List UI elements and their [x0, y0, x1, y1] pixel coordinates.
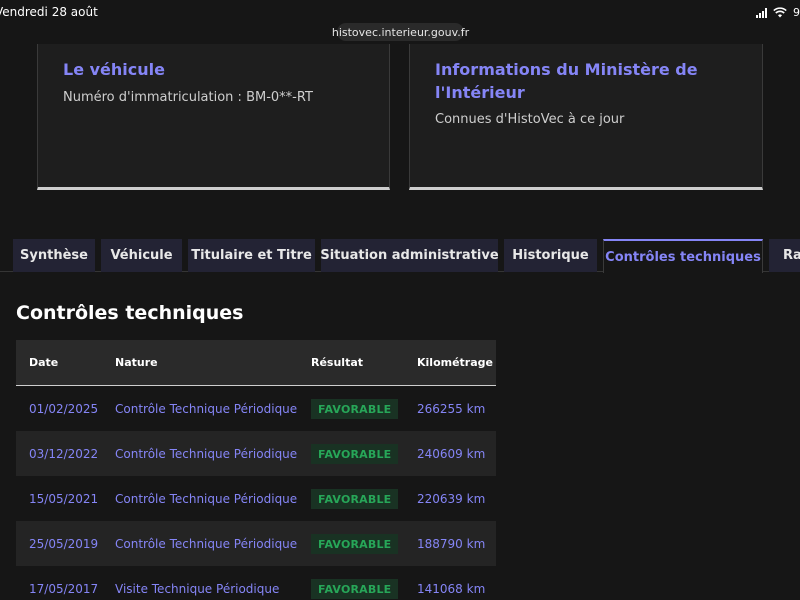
column-kilometrage: Kilométrage [417, 356, 493, 369]
result-badge: FAVORABLE [311, 534, 399, 554]
section-title: Contrôles techniques [16, 302, 244, 324]
table-row: 03/12/2022 Contrôle Technique Périodique… [16, 431, 496, 476]
column-resultat: Résultat [311, 356, 364, 369]
table-row: 17/05/2017 Visite Technique Périodique F… [16, 566, 496, 600]
cellular-signal-icon [756, 7, 767, 18]
column-date: Date [29, 356, 59, 369]
table-row: 01/02/2025 Contrôle Technique Périodique… [16, 386, 496, 431]
controles-panel: Contrôles techniques Date Nature Résulta… [0, 272, 800, 600]
row-km: 220639 km [417, 492, 486, 506]
ministry-card-title-line2: l'Intérieur [435, 83, 525, 102]
row-date: 25/05/2019 [29, 537, 99, 551]
row-nature: Contrôle Technique Périodique [115, 447, 298, 461]
ministry-card-title-line1: Informations du Ministère de [435, 60, 698, 79]
status-bar: Vendredi 28 août 9 [0, 0, 800, 24]
row-nature: Contrôle Technique Périodique [115, 537, 298, 551]
tab-situation-administrative[interactable]: Situation administrative [321, 239, 498, 272]
table-row: 15/05/2021 Contrôle Technique Périodique… [16, 476, 496, 521]
tab-controles-techniques[interactable]: Contrôles techniques [603, 239, 763, 273]
battery-percentage: 9 [793, 6, 800, 19]
controles-table: Date Nature Résultat Kilométrage 01/02/2… [16, 340, 496, 600]
table-header: Date Nature Résultat Kilométrage [16, 340, 496, 386]
row-km: 141068 km [417, 582, 486, 596]
tab-synthese[interactable]: Synthèse [13, 239, 95, 272]
row-date: 03/12/2022 [29, 447, 99, 461]
tab-rapport[interactable]: Rap [769, 239, 800, 272]
row-nature: Contrôle Technique Périodique [115, 402, 298, 416]
status-time: Vendredi 28 août [0, 5, 98, 19]
result-badge: FAVORABLE [311, 579, 399, 599]
tab-vehicule[interactable]: Véhicule [101, 239, 182, 272]
ministry-card-text: Connues d'HistoVec à ce jour [435, 112, 625, 127]
row-nature: Visite Technique Périodique [115, 582, 280, 596]
vehicle-registration: Numéro d'immatriculation : BM-0**-RT [63, 90, 313, 105]
result-badge: FAVORABLE [311, 399, 399, 419]
address-bar[interactable]: histovec.interieur.gouv.fr [332, 23, 469, 41]
status-icons: 9 [756, 6, 800, 19]
tab-bar: Synthèse Véhicule Titulaire et Titre Sit… [0, 239, 800, 273]
row-km: 240609 km [417, 447, 486, 461]
row-km: 266255 km [417, 402, 486, 416]
row-date: 15/05/2021 [29, 492, 99, 506]
wifi-icon [773, 7, 787, 18]
table-row: 25/05/2019 Contrôle Technique Périodique… [16, 521, 496, 566]
vehicle-card-title: Le véhicule [63, 60, 165, 79]
column-nature: Nature [115, 356, 158, 369]
result-badge: FAVORABLE [311, 444, 399, 464]
row-date: 17/05/2017 [29, 582, 99, 596]
tab-historique[interactable]: Historique [504, 239, 597, 272]
result-badge: FAVORABLE [311, 489, 399, 509]
row-nature: Contrôle Technique Périodique [115, 492, 298, 506]
row-date: 01/02/2025 [29, 402, 99, 416]
tab-titulaire-titre[interactable]: Titulaire et Titre [188, 239, 315, 272]
vehicle-card: Le véhicule Numéro d'immatriculation : B… [37, 44, 390, 190]
row-km: 188790 km [417, 537, 486, 551]
ministry-card: Informations du Ministère de l'Intérieur… [409, 44, 763, 190]
